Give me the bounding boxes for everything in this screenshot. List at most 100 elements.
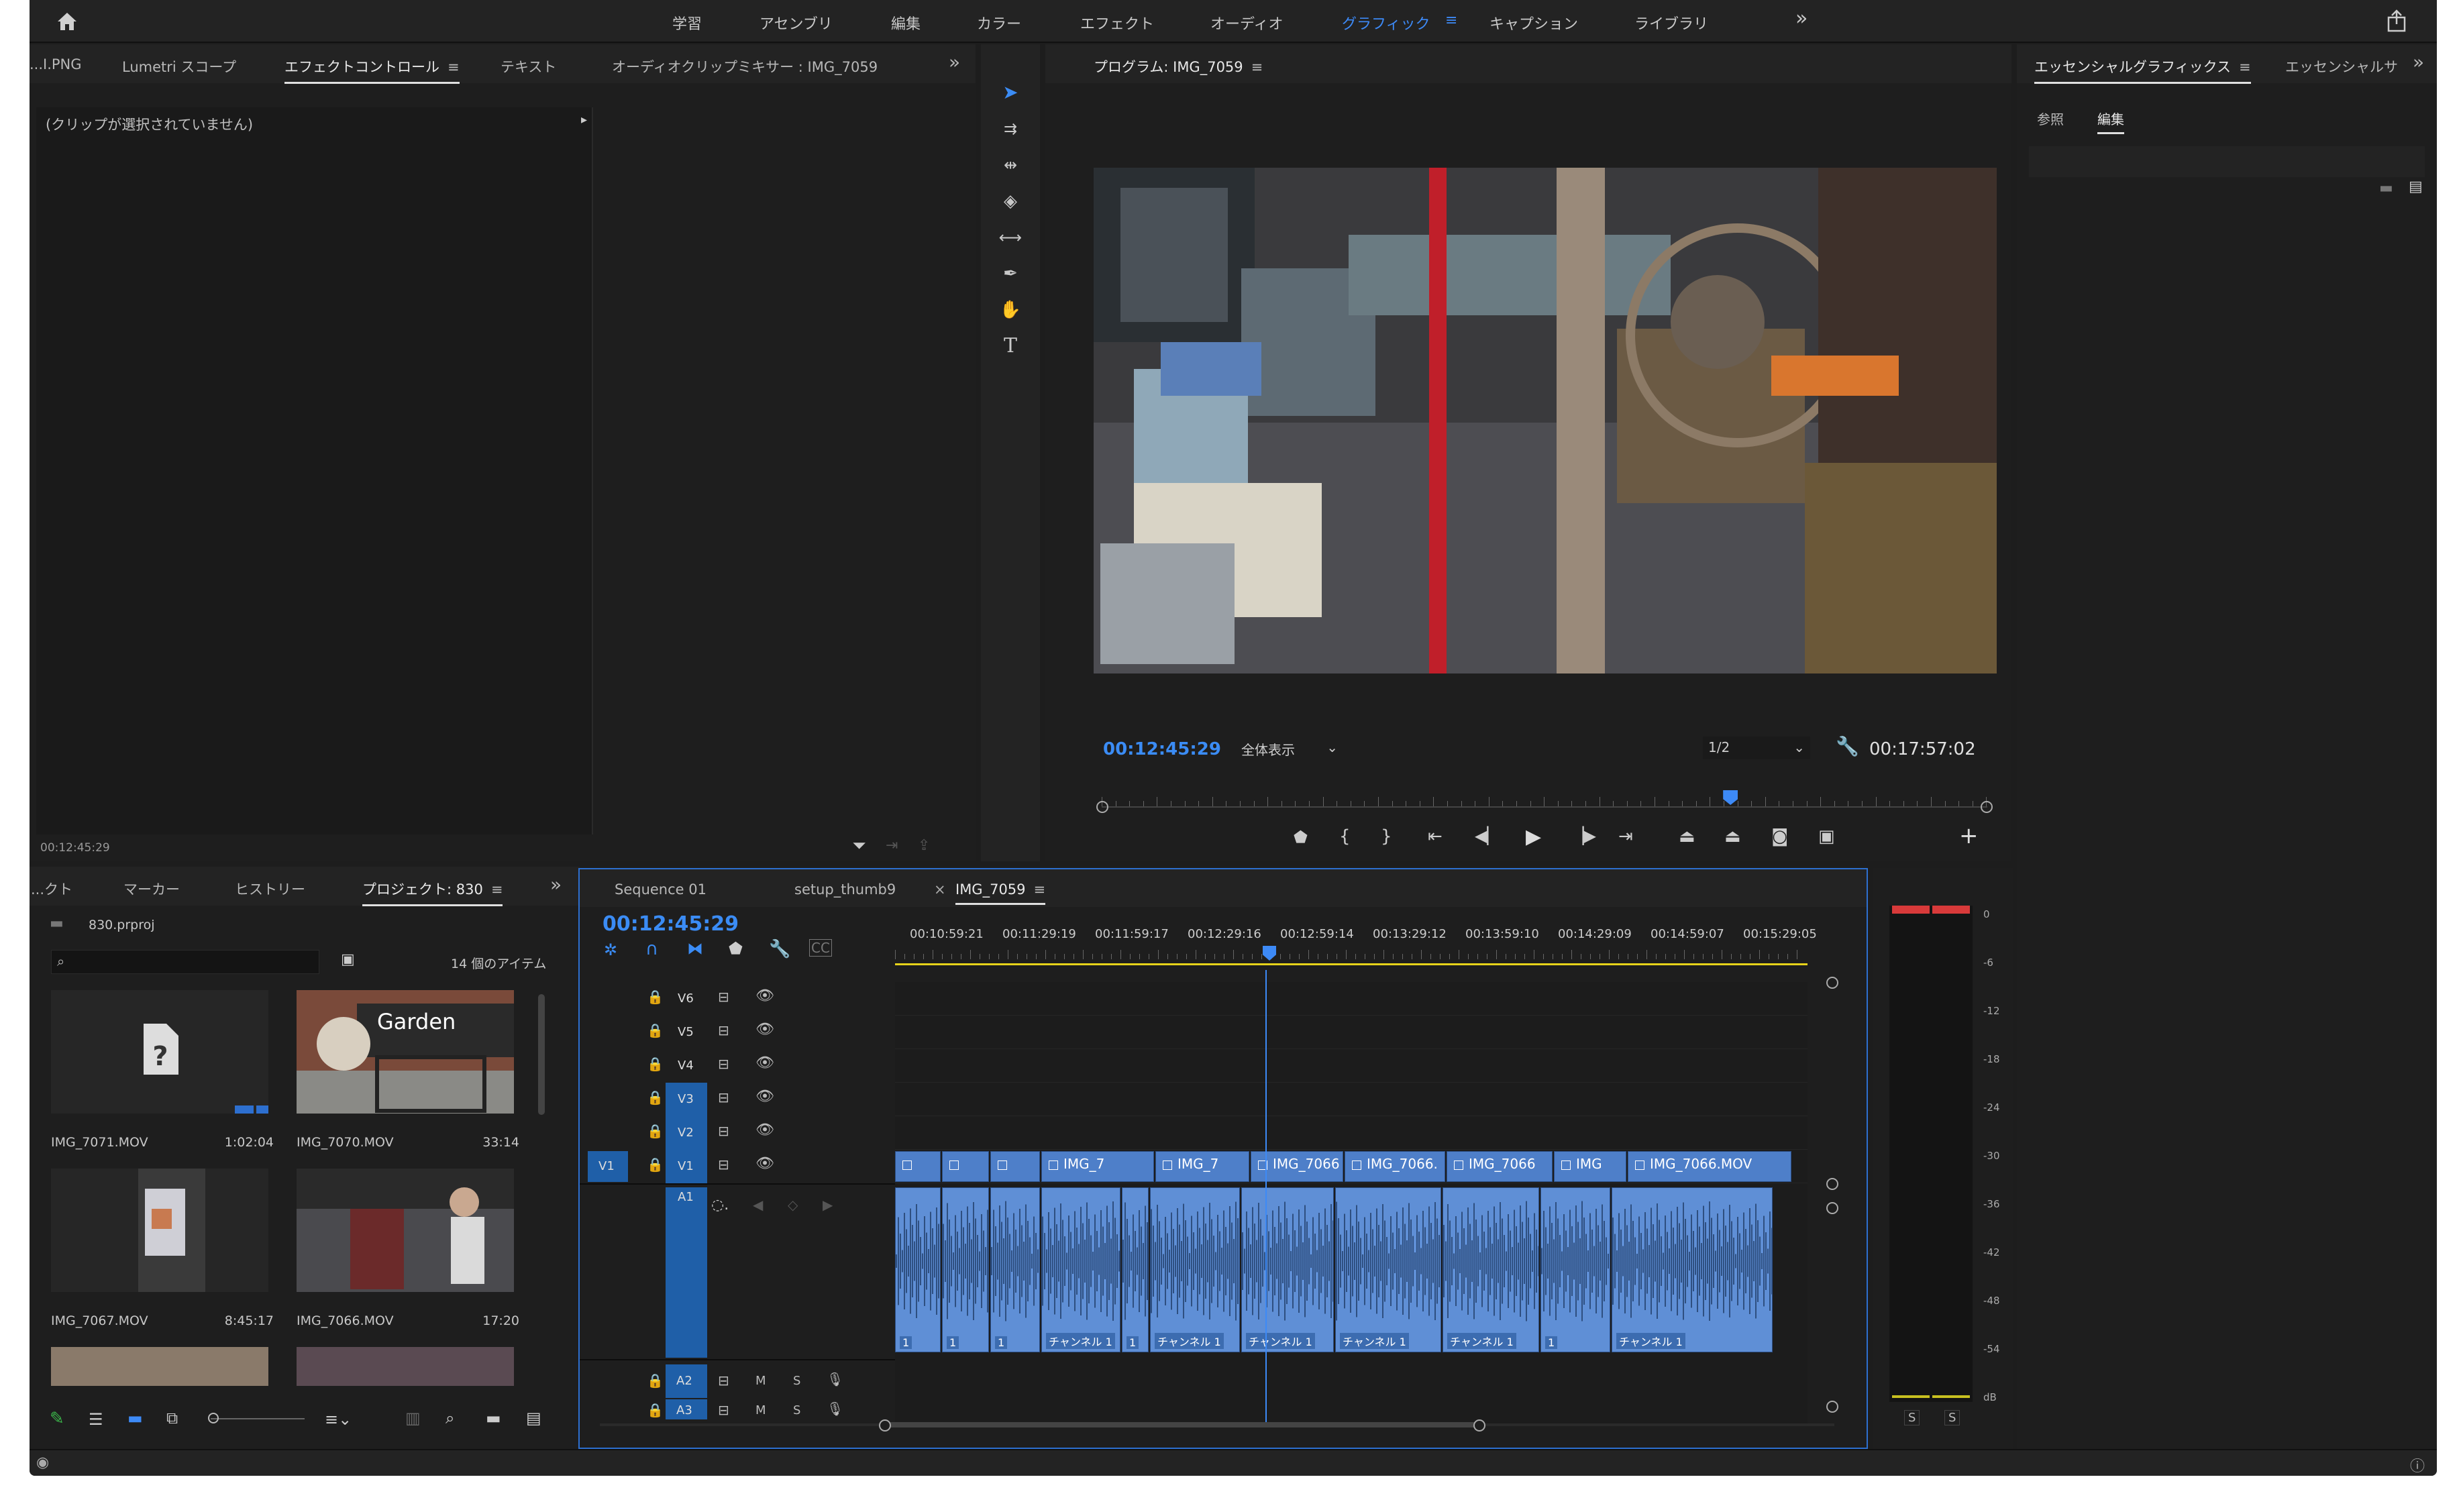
sync-lock-icon[interactable]: ⊟ — [718, 989, 729, 1005]
step-back-icon[interactable]: ◀▏ — [1475, 826, 1500, 845]
project-overflow-icon[interactable]: » — [550, 873, 562, 896]
voiceover-mic-icon[interactable]: 🎙 — [827, 1371, 843, 1387]
scroll-handle[interactable] — [1826, 1178, 1838, 1190]
video-lane[interactable] — [895, 1016, 1808, 1049]
audio-clip[interactable]: 1 — [942, 1187, 989, 1352]
clip-card[interactable]: IMG_7067.MOV 8:45:17 — [51, 1169, 286, 1343]
video-clip[interactable]: IMG_7 — [1155, 1151, 1249, 1182]
share-icon[interactable] — [2383, 8, 2410, 35]
lock-icon[interactable]: 🔒 — [647, 1123, 664, 1139]
a1-source-patch[interactable]: A1 — [666, 1187, 707, 1358]
sync-lock-icon[interactable]: ⊟ — [718, 1022, 729, 1038]
info-icon[interactable]: ⓘ — [2410, 1454, 2425, 1476]
selection-tool-icon[interactable]: ➤ — [994, 76, 1027, 109]
find-icon[interactable]: ⌕ — [446, 1409, 454, 1427]
video-clip[interactable] — [942, 1151, 989, 1182]
compare-view-icon[interactable]: ▣ — [1818, 826, 1835, 847]
clip-thumbnail-partial[interactable] — [297, 1347, 514, 1386]
play-icon[interactable]: ▶ — [1526, 825, 1541, 849]
eg-menu-icon[interactable]: ≡ — [2239, 59, 2251, 75]
lock-icon[interactable]: 🔒 — [647, 1056, 664, 1072]
track-target[interactable]: V1 — [666, 1150, 707, 1183]
video-lane[interactable] — [895, 982, 1808, 1016]
timeline-h-scrollbar[interactable] — [600, 1418, 1834, 1432]
track-target[interactable]: V2 — [666, 1116, 707, 1150]
scroll-handle[interactable] — [1826, 1401, 1838, 1413]
tab-browse[interactable]: 参照 — [2037, 109, 2064, 128]
type-tool-icon[interactable]: T — [994, 330, 1027, 362]
new-bin-icon[interactable]: ▣ — [341, 951, 355, 968]
solo-button[interactable]: S — [793, 1374, 800, 1388]
mark-out-icon[interactable]: } — [1381, 826, 1392, 847]
workspace-audio[interactable]: オーディオ — [1210, 12, 1283, 34]
scroll-handle[interactable] — [1826, 1202, 1838, 1214]
tab-project-clip[interactable]: ...クト — [31, 879, 72, 899]
lock-icon[interactable]: 🔒 — [647, 1089, 664, 1105]
video-frame[interactable] — [1094, 168, 1997, 673]
workspace-learn[interactable]: 学習 — [672, 12, 702, 34]
workspace-menu-icon[interactable]: ≡ — [1445, 12, 1457, 29]
pen-tool-icon[interactable]: ✒ — [994, 258, 1027, 290]
mute-button[interactable]: M — [755, 1374, 766, 1388]
razor-icon[interactable]: ◈ — [994, 185, 1027, 217]
go-to-out-icon[interactable]: ⇥ — [1618, 826, 1633, 847]
snap-icon[interactable]: ∩ — [645, 939, 658, 959]
video-lane[interactable] — [895, 1116, 1808, 1150]
slip-tool-icon[interactable]: ⟷ — [994, 221, 1027, 254]
video-clip[interactable]: IMG_7066 — [1447, 1151, 1553, 1182]
scroll-handle[interactable] — [1826, 977, 1838, 989]
audio-clip[interactable]: チャンネル 1 — [1612, 1187, 1773, 1352]
clip-card[interactable]: ? IMG_7071.MOV 1:02:04 — [51, 990, 286, 1165]
workspace-effects[interactable]: エフェクト — [1080, 12, 1154, 34]
track-area[interactable]: IMG_7 IMG_7 IMG_7066 IMG_7066. IMG_7066 IMG IM… — [895, 970, 1808, 1426]
video-clip[interactable]: IMG_7066 — [1251, 1151, 1343, 1182]
track-target[interactable]: V5 — [666, 1016, 707, 1049]
track-target[interactable]: V3 — [666, 1083, 707, 1116]
source-patch[interactable]: V1 — [588, 1151, 628, 1182]
lock-icon[interactable]: 🔒 — [647, 1402, 664, 1418]
video-clip[interactable] — [990, 1151, 1040, 1182]
in-handle[interactable] — [1096, 801, 1108, 813]
project-menu-icon[interactable]: ≡ — [491, 881, 503, 898]
hand-tool-icon[interactable]: ✋ — [994, 294, 1027, 326]
nest-icon[interactable]: ✲ — [604, 940, 617, 959]
icon-view-icon[interactable]: ▬ — [127, 1409, 143, 1427]
audio-clip[interactable]: 1 — [895, 1187, 941, 1352]
new-item-icon[interactable]: ▤ — [526, 1409, 541, 1427]
workspace-graphics[interactable]: グラフィック — [1342, 12, 1430, 34]
sync-lock-icon[interactable]: ⊟ — [718, 1089, 729, 1105]
track-target[interactable]: A2 — [666, 1364, 707, 1398]
timeline-marker-icon[interactable]: ⬟ — [729, 939, 743, 958]
tab-history[interactable]: ヒストリー — [235, 879, 305, 899]
sync-lock-icon[interactable]: ⊟ — [718, 1123, 729, 1139]
pencil-icon[interactable]: ✎ — [50, 1409, 64, 1429]
extract-icon[interactable]: ⏏ — [1724, 826, 1741, 847]
new-folder-icon[interactable]: ▬ — [2379, 180, 2393, 197]
lock-icon[interactable]: 🔒 — [647, 1156, 664, 1173]
tab-audio-clip-mixer[interactable]: オーディオクリップミキサー : IMG_7059 — [612, 56, 878, 76]
zoom-slider-handle[interactable] — [208, 1413, 219, 1423]
eye-icon[interactable]: 👁 — [755, 1021, 774, 1038]
audio-clip[interactable]: チャンネル 1 — [1150, 1187, 1240, 1352]
video-clip[interactable]: IMG_7 — [1041, 1151, 1154, 1182]
clip-indicator-right[interactable] — [1932, 906, 1970, 914]
add-marker-icon[interactable]: ⬟ — [1294, 828, 1308, 847]
solo-left-button[interactable]: S — [1904, 1410, 1920, 1425]
eye-icon[interactable]: 👁 — [755, 1155, 774, 1172]
audio-clip[interactable]: 1 — [1540, 1187, 1610, 1352]
program-menu-icon[interactable]: ≡ — [1251, 59, 1263, 75]
automate-icon[interactable]: ▥ — [405, 1409, 421, 1427]
zoom-dropdown[interactable]: 全体表示 ⌄ — [1236, 737, 1343, 759]
video-clip[interactable] — [895, 1151, 941, 1182]
sync-lock-icon[interactable]: ⊟ — [718, 1056, 729, 1072]
timeline-timecode[interactable]: 00:12:45:29 — [603, 912, 739, 936]
program-title[interactable]: プログラム: IMG_7059 ≡ — [1094, 56, 1263, 76]
captions-icon[interactable]: CC — [809, 939, 832, 957]
expand-arrow-icon[interactable]: ▸ — [581, 113, 587, 127]
home-icon[interactable] — [54, 8, 81, 35]
export-icon[interactable]: ⇪ — [918, 837, 930, 854]
project-search-input[interactable]: ⌕ — [51, 950, 319, 974]
new-layer-icon[interactable]: ▤ — [2409, 178, 2423, 195]
tab-essential-sound[interactable]: エッセンシャルサ — [2285, 56, 2398, 76]
tab-essential-graphics[interactable]: エッセンシャルグラフィックス ≡ — [2034, 56, 2251, 84]
